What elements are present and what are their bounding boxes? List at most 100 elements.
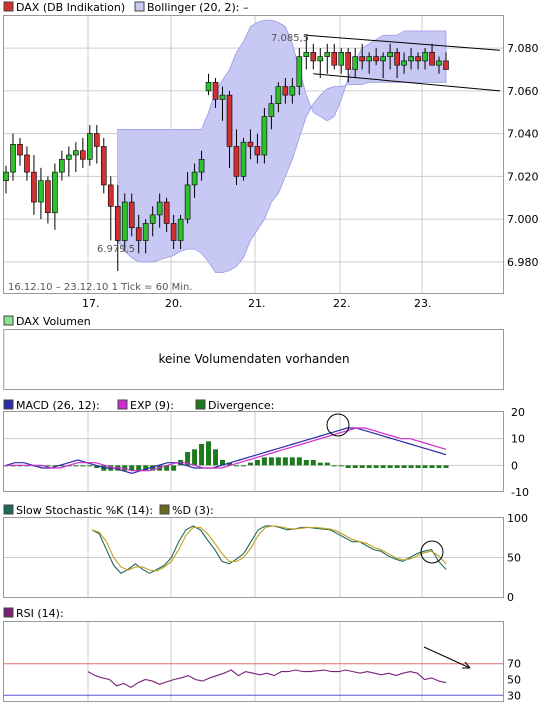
price-y-tick-label: 7.080 <box>507 42 539 55</box>
candle-body <box>289 86 296 96</box>
candle-body <box>275 86 282 104</box>
candle-body <box>233 146 240 177</box>
divergence-bar <box>282 457 288 466</box>
legend-label-divergence: Divergence: <box>208 399 274 412</box>
candle-body <box>31 171 37 203</box>
candle-body <box>408 56 414 62</box>
divergence-bar <box>206 441 212 466</box>
divergence-bar <box>275 457 281 466</box>
price-y-tick-label: 7.060 <box>507 85 539 98</box>
volume-no-data-message: keine Volumendaten vorhanden <box>158 352 349 366</box>
candle-body <box>38 180 44 203</box>
divergence-bar <box>359 465 365 468</box>
divergence-bar <box>240 465 246 467</box>
stoch-y-tick-label: 100 <box>507 512 528 525</box>
x-tick-22: 22. <box>333 297 351 310</box>
divergence-bar <box>213 449 219 466</box>
candle-body <box>331 52 338 66</box>
legend-swatch-dax <box>3 1 14 12</box>
candle-body <box>422 52 428 62</box>
divergence-bar <box>171 465 177 471</box>
period-info: 16.12.10 – 23.12.10 1 Tick = 60 Min. <box>8 282 193 293</box>
candle-body <box>324 52 331 57</box>
candle-body <box>45 180 51 214</box>
legend-label-k: Slow Stochastic %K (14): <box>16 504 153 517</box>
candle-body <box>303 52 310 57</box>
price-legend: DAX (DB Indikation) Bollinger (20, 2): – <box>3 1 248 14</box>
legend-swatch-macd <box>3 399 14 410</box>
candle-body <box>93 133 100 147</box>
candle-body <box>73 150 79 156</box>
candle-body <box>156 201 163 216</box>
candle-body <box>10 144 16 173</box>
candle-body <box>142 223 149 241</box>
candle-body <box>387 52 393 57</box>
candle-body <box>443 60 449 70</box>
legend-swatch-k <box>3 504 14 515</box>
rsi-y-tick-label: 50 <box>507 674 521 687</box>
divergence-bar <box>443 465 449 468</box>
divergence-bar <box>136 465 142 471</box>
candle-body <box>107 184 114 207</box>
candle-body <box>24 154 30 173</box>
candle-body <box>352 56 359 70</box>
divergence-bar <box>366 465 372 468</box>
legend-swatch-rsi <box>3 607 14 618</box>
candle-body <box>359 56 365 62</box>
candle-body <box>170 223 177 241</box>
candle-body <box>226 94 233 147</box>
divergence-bar <box>73 465 79 467</box>
candle-body <box>373 56 379 62</box>
price-y-tick-label: 7.020 <box>507 170 539 183</box>
candle-body <box>59 158 65 173</box>
legend-label-d: %D (3): <box>172 504 214 517</box>
candle-body <box>338 52 345 66</box>
rsi-panel <box>3 621 504 702</box>
stoch-y-tick-label: 0 <box>507 591 514 604</box>
divergence-bar <box>317 462 323 466</box>
candle-body <box>394 52 400 66</box>
candle-body <box>205 81 212 92</box>
divergence-bar <box>233 465 239 467</box>
legend-label-bollinger: Bollinger (20, 2): – <box>147 1 248 14</box>
candle-body <box>100 146 107 186</box>
divergence-bar <box>338 465 344 467</box>
macd-y-tick-label: -10 <box>511 486 529 499</box>
candle-body <box>121 201 128 241</box>
candle-body <box>80 150 86 160</box>
legend-swatch-bollinger <box>134 1 145 12</box>
divergence-bar <box>331 465 337 467</box>
divergence-bar <box>261 457 267 466</box>
divergence-bar <box>192 449 198 466</box>
divergence-bar <box>429 465 435 468</box>
candle-body <box>3 171 9 181</box>
legend-label-exp: EXP (9): <box>130 399 174 412</box>
price-low-annotation: 6.979,5 <box>97 244 135 255</box>
divergence-bar <box>87 465 93 467</box>
macd-y-tick-label: 20 <box>511 406 525 419</box>
divergence-bar <box>268 457 274 466</box>
divergence-bar <box>436 465 442 468</box>
divergence-bar <box>289 457 295 466</box>
candle-body <box>268 103 275 117</box>
candle-body <box>254 146 261 156</box>
candle-body <box>380 56 386 62</box>
price-y-tick-label: 6.980 <box>507 256 539 269</box>
divergence-bar <box>394 465 400 468</box>
chart-canvas: 6.980 7.000 7.020 7.040 7.060 7.080 -10 0 10 20 0 5… <box>3 1 539 702</box>
divergence-bar <box>345 465 351 468</box>
legend-label-rsi: RSI (14): <box>16 607 64 620</box>
divergence-bar <box>352 465 358 468</box>
candle-body <box>345 52 352 70</box>
legend-swatch-divergence <box>195 399 206 410</box>
divergence-bar <box>380 465 386 468</box>
divergence-bar <box>80 465 86 467</box>
candle-body <box>163 201 170 224</box>
x-tick-21: 21. <box>248 297 266 310</box>
candle-body <box>135 227 142 241</box>
candle-body <box>149 214 156 224</box>
divergence-bar <box>199 444 205 466</box>
price-y-tick-label: 7.040 <box>507 128 539 141</box>
candle-body <box>436 60 442 66</box>
divergence-bar <box>324 462 330 466</box>
